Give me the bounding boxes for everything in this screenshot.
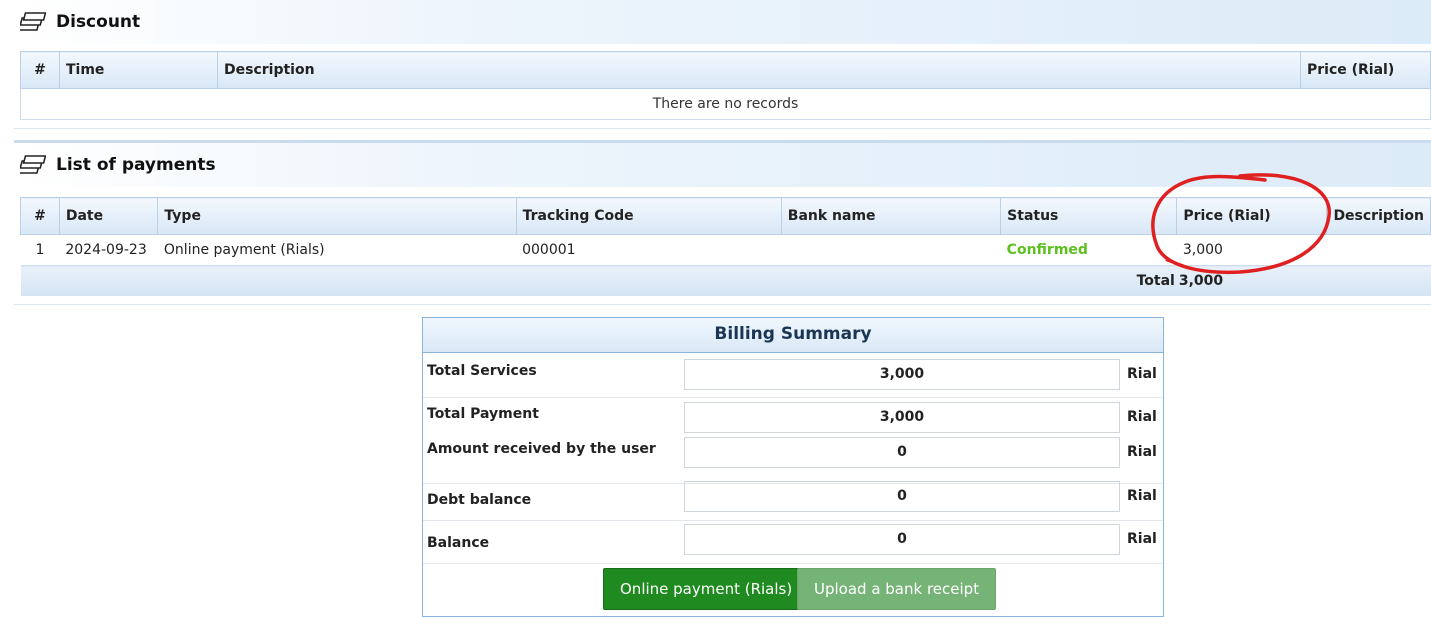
- unit-label: Rial: [1127, 366, 1157, 382]
- col-header-description[interactable]: Description: [1326, 197, 1431, 235]
- unit-label: Rial: [1127, 409, 1157, 425]
- online-payment-button[interactable]: Online payment (Rials): [603, 568, 810, 610]
- cell-tracking-code: 000001: [516, 234, 782, 266]
- billing-row-debt-balance: Debt balance 0 Rial: [423, 477, 1163, 521]
- divider: [14, 304, 1431, 305]
- payments-panel: List of payments: [14, 140, 1431, 187]
- cell-price: 3,000: [1176, 234, 1327, 266]
- discount-title: Discount: [56, 12, 141, 32]
- money-stack-icon: [15, 11, 47, 33]
- col-header-date[interactable]: Date: [58, 197, 159, 235]
- cell-description: [1326, 234, 1431, 266]
- payments-title: List of payments: [56, 155, 216, 175]
- col-header-tracking-code[interactable]: Tracking Code: [515, 197, 782, 235]
- col-header-bank-name[interactable]: Bank name: [780, 197, 1002, 235]
- cell-status: Confirmed: [1000, 234, 1177, 266]
- discount-panel: Discount: [14, 0, 1431, 44]
- billing-row-total-services: Total Services 3,000 Rial: [423, 353, 1163, 398]
- billing-label: Debt balance: [427, 492, 532, 508]
- total-value: 3,000: [1176, 265, 1431, 296]
- billing-label: Total Payment: [427, 406, 539, 422]
- col-header-num[interactable]: #: [20, 197, 60, 235]
- debt-balance-field[interactable]: 0: [684, 481, 1120, 512]
- amount-received-field[interactable]: 0: [684, 437, 1120, 468]
- balance-field[interactable]: 0: [684, 524, 1120, 555]
- col-header-price[interactable]: Price (Rial): [1176, 197, 1328, 235]
- money-stack-icon: [15, 154, 47, 176]
- unit-label: Rial: [1127, 488, 1157, 504]
- col-header-price[interactable]: Price (Rial): [1300, 51, 1431, 89]
- billing-label: Balance: [427, 535, 490, 551]
- upload-receipt-button[interactable]: Upload a bank receipt: [797, 568, 997, 610]
- col-header-description[interactable]: Description: [217, 51, 1301, 89]
- discount-header: Discount: [14, 0, 1431, 44]
- table-row: 1 2024-09-23 Online payment (Rials) 0000…: [20, 234, 1431, 266]
- empty-message: There are no records: [20, 88, 1431, 120]
- total-label: Total: [20, 265, 1177, 296]
- col-header-status[interactable]: Status: [1000, 197, 1178, 235]
- billing-summary: Billing Summary Total Services 3,000 Ria…: [422, 317, 1164, 617]
- payments-table: # Date Type Tracking Code Bank name Stat…: [20, 197, 1431, 296]
- unit-label: Rial: [1127, 444, 1157, 460]
- billing-row-balance: Balance 0 Rial: [423, 520, 1163, 564]
- total-payment-field[interactable]: 3,000: [684, 402, 1120, 433]
- billing-row-total-payment: Total Payment 3,000 Rial Amount received…: [423, 397, 1163, 484]
- unit-label: Rial: [1127, 531, 1157, 547]
- billing-label: Total Services: [427, 363, 537, 379]
- discount-table: # Time Description Price (Rial) There ar…: [20, 51, 1431, 120]
- col-header-num[interactable]: #: [20, 51, 60, 89]
- col-header-time[interactable]: Time: [59, 51, 218, 89]
- total-services-field[interactable]: 3,000: [684, 359, 1120, 390]
- cell-bank-name: [781, 234, 1001, 266]
- cell-num: 1: [20, 234, 60, 266]
- col-header-type[interactable]: Type: [157, 197, 517, 235]
- billing-label: Amount received by the user: [427, 441, 656, 457]
- cell-date: 2024-09-23: [59, 234, 158, 266]
- total-row: Total 3,000: [20, 265, 1431, 296]
- divider: [14, 128, 1431, 129]
- cell-type: Online payment (Rials): [157, 234, 517, 266]
- billing-title: Billing Summary: [423, 318, 1163, 353]
- payments-header: List of payments: [14, 140, 1431, 187]
